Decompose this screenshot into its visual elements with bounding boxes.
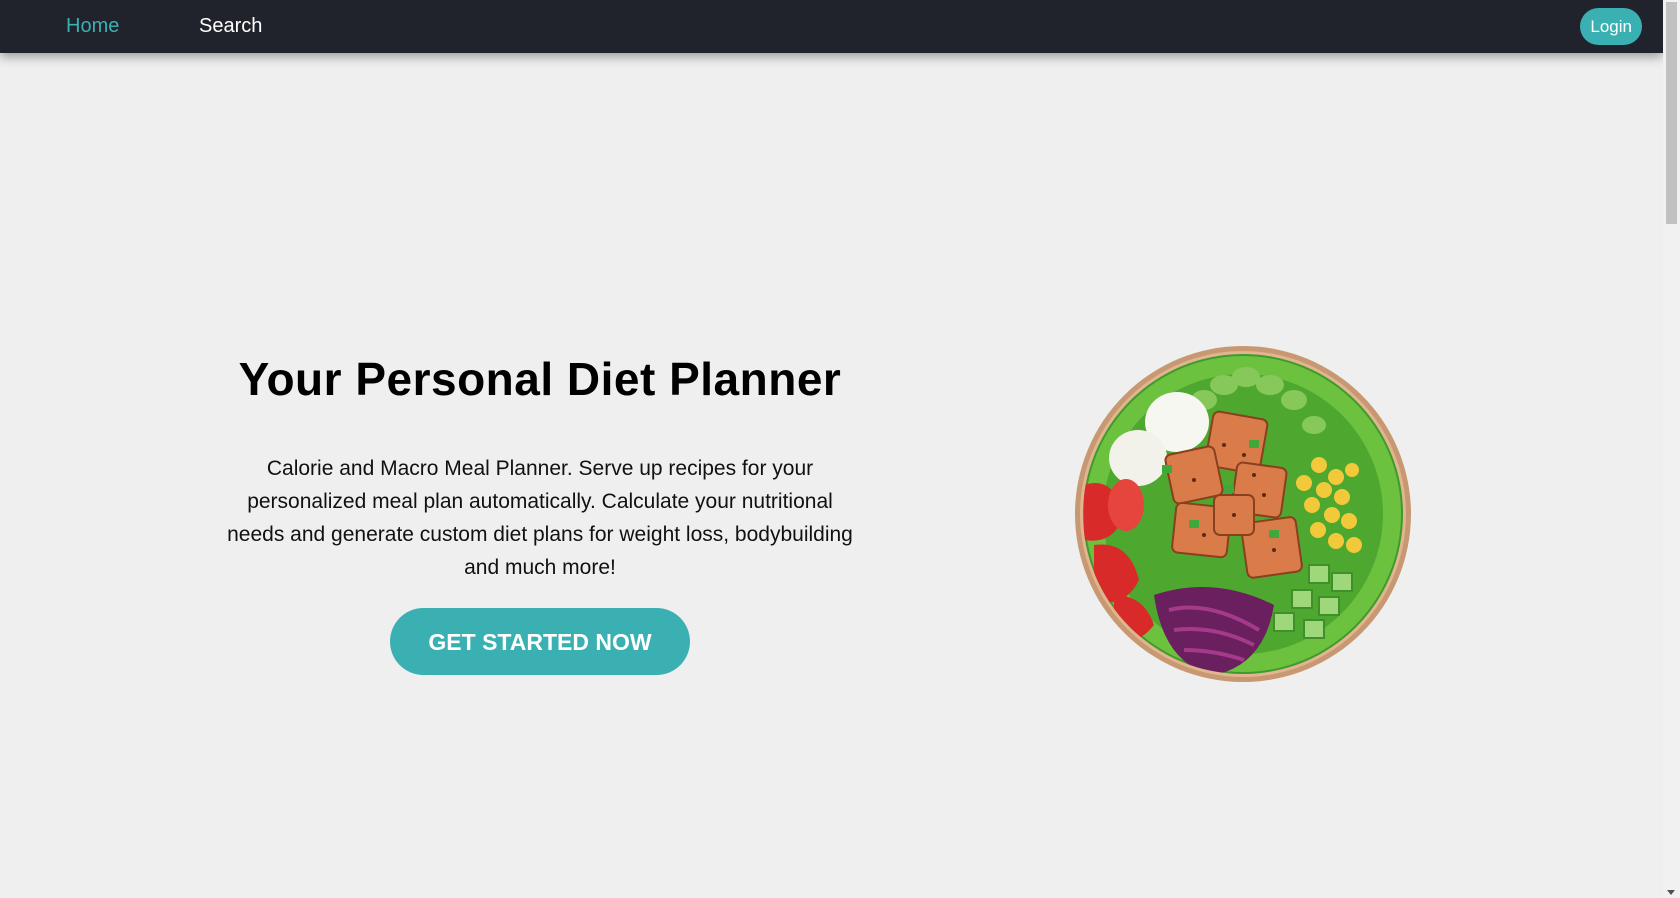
- login-button[interactable]: Login: [1580, 8, 1642, 45]
- salad-bowl-image: [1074, 345, 1412, 683]
- page: Home Search Login Your Personal Diet Pla…: [0, 0, 1680, 898]
- nav-search-link[interactable]: Search: [199, 14, 262, 38]
- hero-title: Your Personal Diet Planner: [238, 353, 842, 405]
- nav-home-link[interactable]: Home: [66, 14, 119, 38]
- scrollbar-thumb[interactable]: [1666, 2, 1677, 224]
- vertical-scrollbar[interactable]: [1663, 0, 1680, 898]
- scroll-down-arrow-icon[interactable]: [1667, 890, 1675, 895]
- get-started-button[interactable]: GET STARTED NOW: [390, 608, 690, 675]
- hero-description: Calorie and Macro Meal Planner. Serve up…: [227, 457, 853, 579]
- salad-bowl-icon: [1075, 346, 1411, 682]
- hero-section: Your Personal Diet Planner Calorie and M…: [226, 348, 854, 675]
- top-navbar: Home Search Login: [0, 0, 1663, 53]
